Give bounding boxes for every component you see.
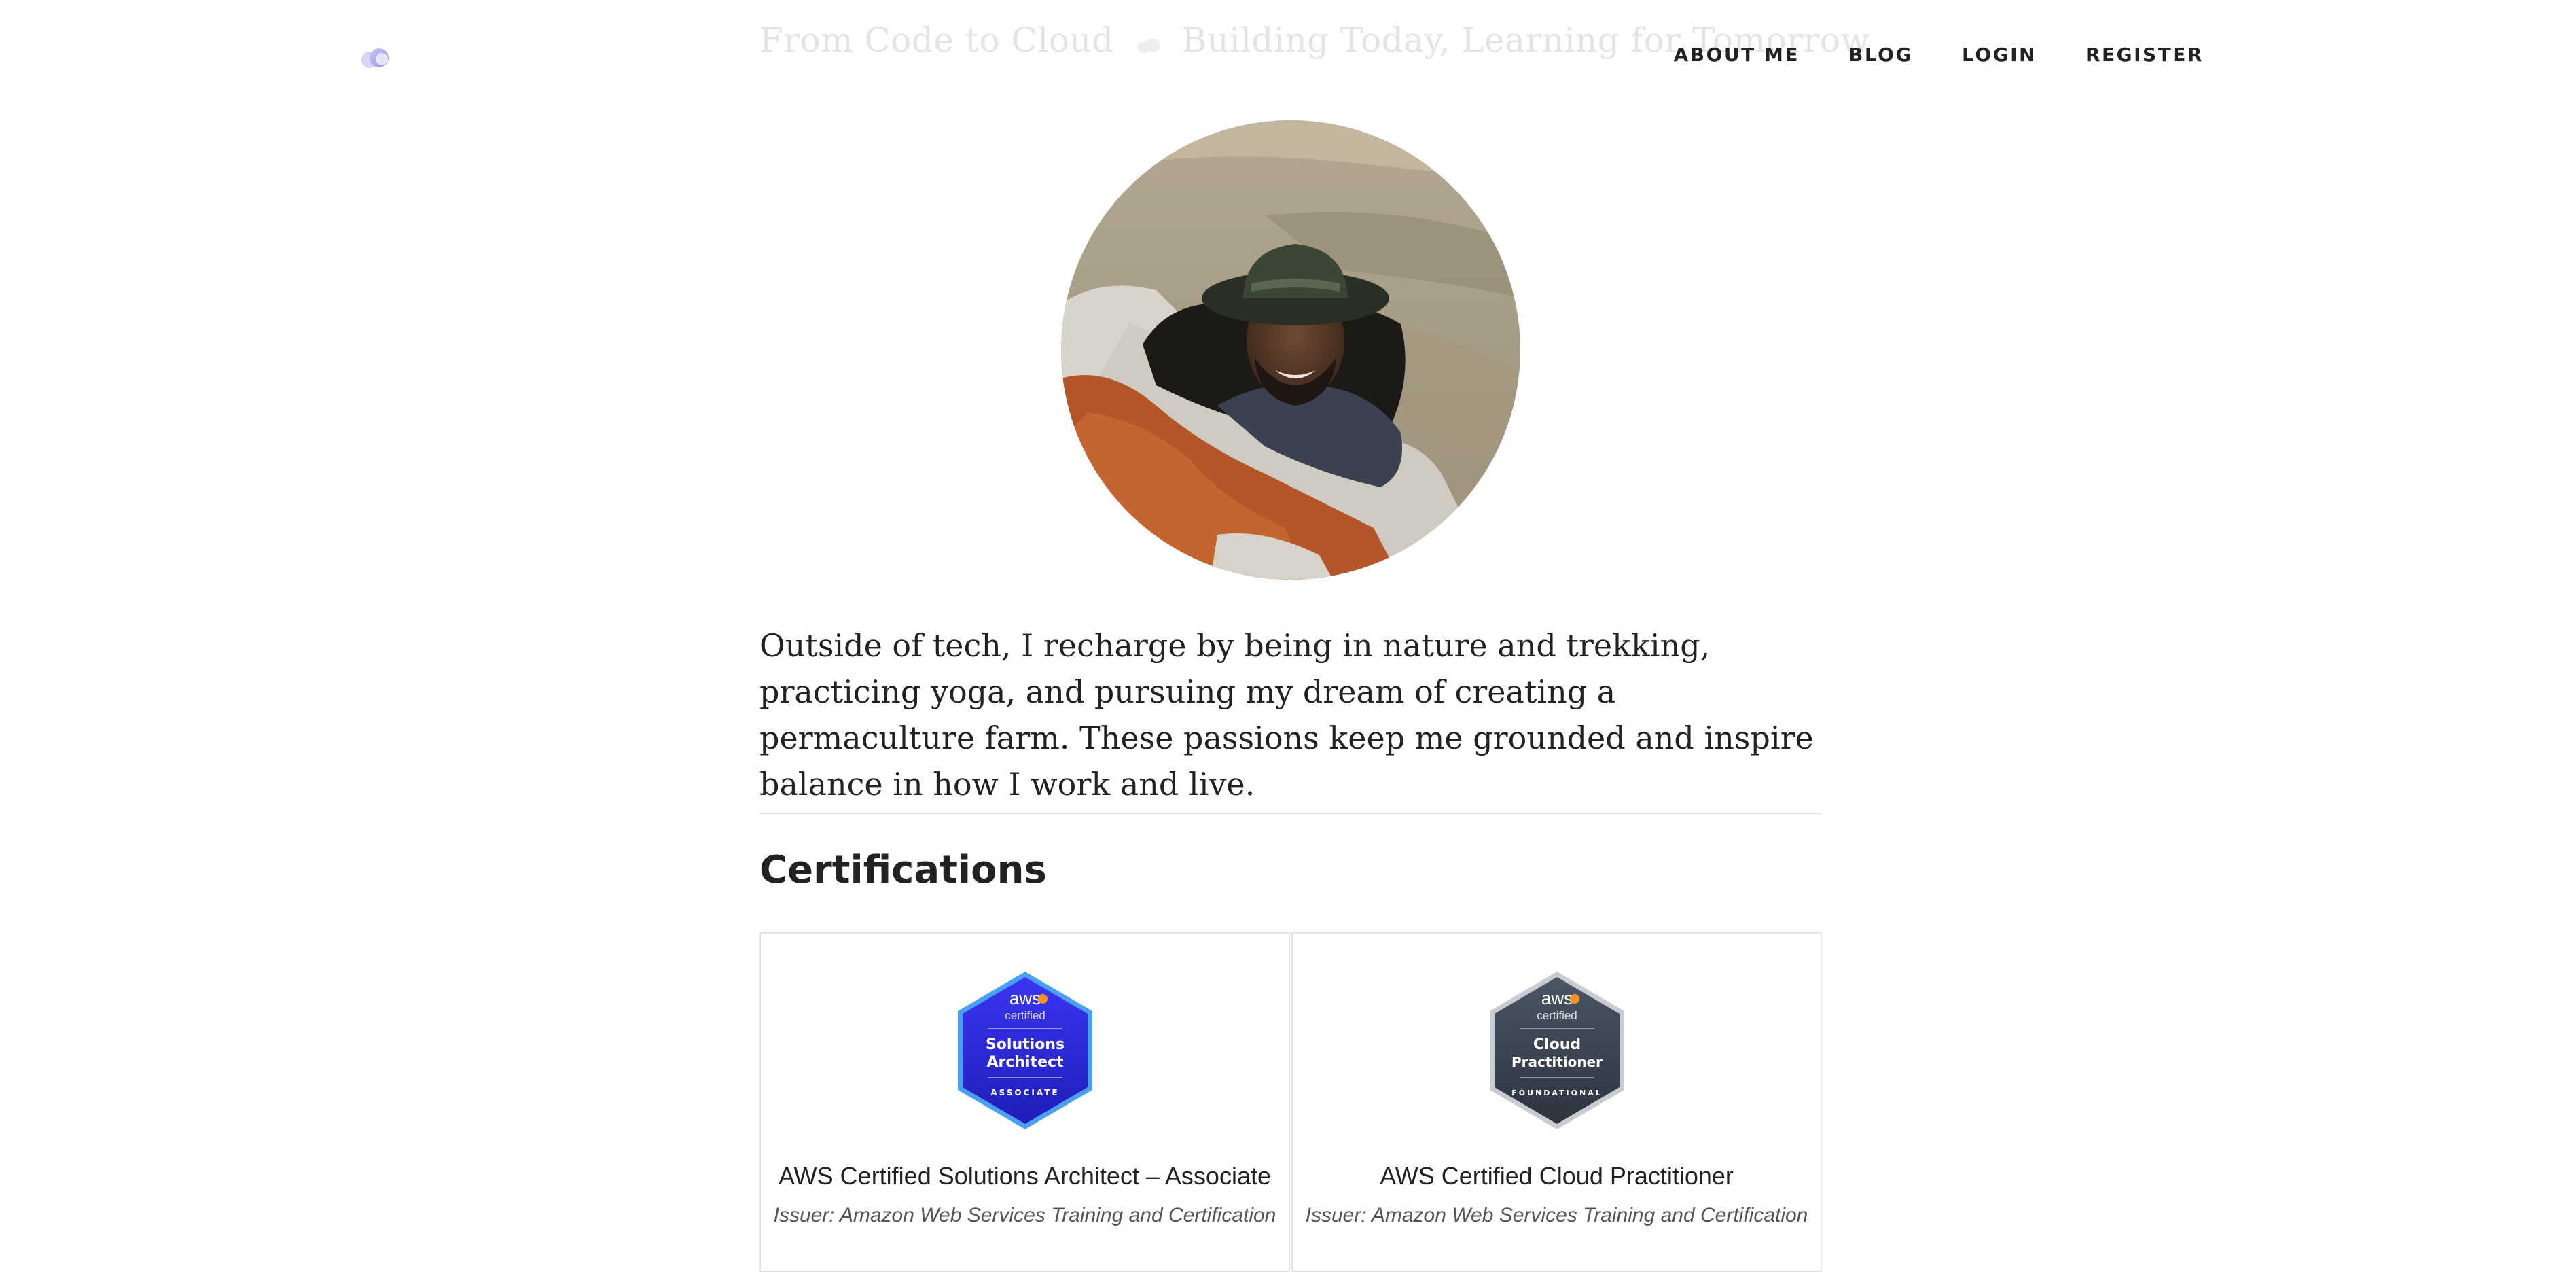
badge-line1: Cloud: [1533, 1036, 1580, 1053]
cert-name: AWS Certified Solutions Architect – Asso…: [779, 1162, 1271, 1190]
badge-line2: Practitioner: [1511, 1054, 1602, 1070]
navbar: From Code to Cloud Building Today, Learni…: [0, 0, 2576, 116]
cloud-logo-icon[interactable]: [356, 46, 394, 71]
nav-register[interactable]: REGISTER: [2086, 43, 2204, 66]
badge-certified: certified: [1005, 1009, 1045, 1022]
badge-line1: Solutions: [985, 1036, 1064, 1053]
tagline-left: From Code to Cloud: [759, 20, 1114, 60]
certifications-heading: Certifications: [759, 848, 1047, 892]
badge-certified: certified: [1537, 1009, 1577, 1022]
cloud-icon: [1134, 23, 1162, 63]
nav-about-me[interactable]: ABOUT ME: [1674, 43, 1800, 66]
nav-blog[interactable]: BLOG: [1848, 43, 1913, 66]
cert-issuer: Issuer: Amazon Web Services Training and…: [1305, 1204, 1808, 1226]
cert-name: AWS Certified Cloud Practitioner: [1380, 1162, 1734, 1190]
badge-brand: aws: [1009, 988, 1040, 1008]
nav-login[interactable]: LOGIN: [1962, 43, 2037, 66]
aws-cloud-practitioner-badge-icon[interactable]: aws certified Cloud Practitioner FOUNDAT…: [1486, 969, 1628, 1132]
certifications-grid: aws certified Solutions Architect ASSOCI…: [759, 932, 1822, 1272]
badge-level: FOUNDATIONAL: [1511, 1089, 1602, 1097]
bio-text: Outside of tech, I recharge by being in …: [759, 627, 1814, 802]
aws-solutions-architect-badge-icon[interactable]: aws certified Solutions Architect ASSOCI…: [954, 969, 1096, 1132]
badge-level: ASSOCIATE: [990, 1088, 1059, 1097]
section-divider: [759, 813, 1822, 814]
cert-card[interactable]: aws certified Cloud Practitioner FOUNDAT…: [1291, 932, 1822, 1272]
badge-line2: Architect: [986, 1054, 1064, 1071]
cert-card[interactable]: aws certified Solutions Architect ASSOCI…: [759, 932, 1290, 1272]
main-nav: ABOUT ME BLOG LOGIN REGISTER: [1674, 43, 2204, 66]
profile-photo: [1061, 120, 1520, 580]
badge-brand: aws: [1541, 988, 1572, 1008]
cert-issuer: Issuer: Amazon Web Services Training and…: [773, 1204, 1276, 1226]
